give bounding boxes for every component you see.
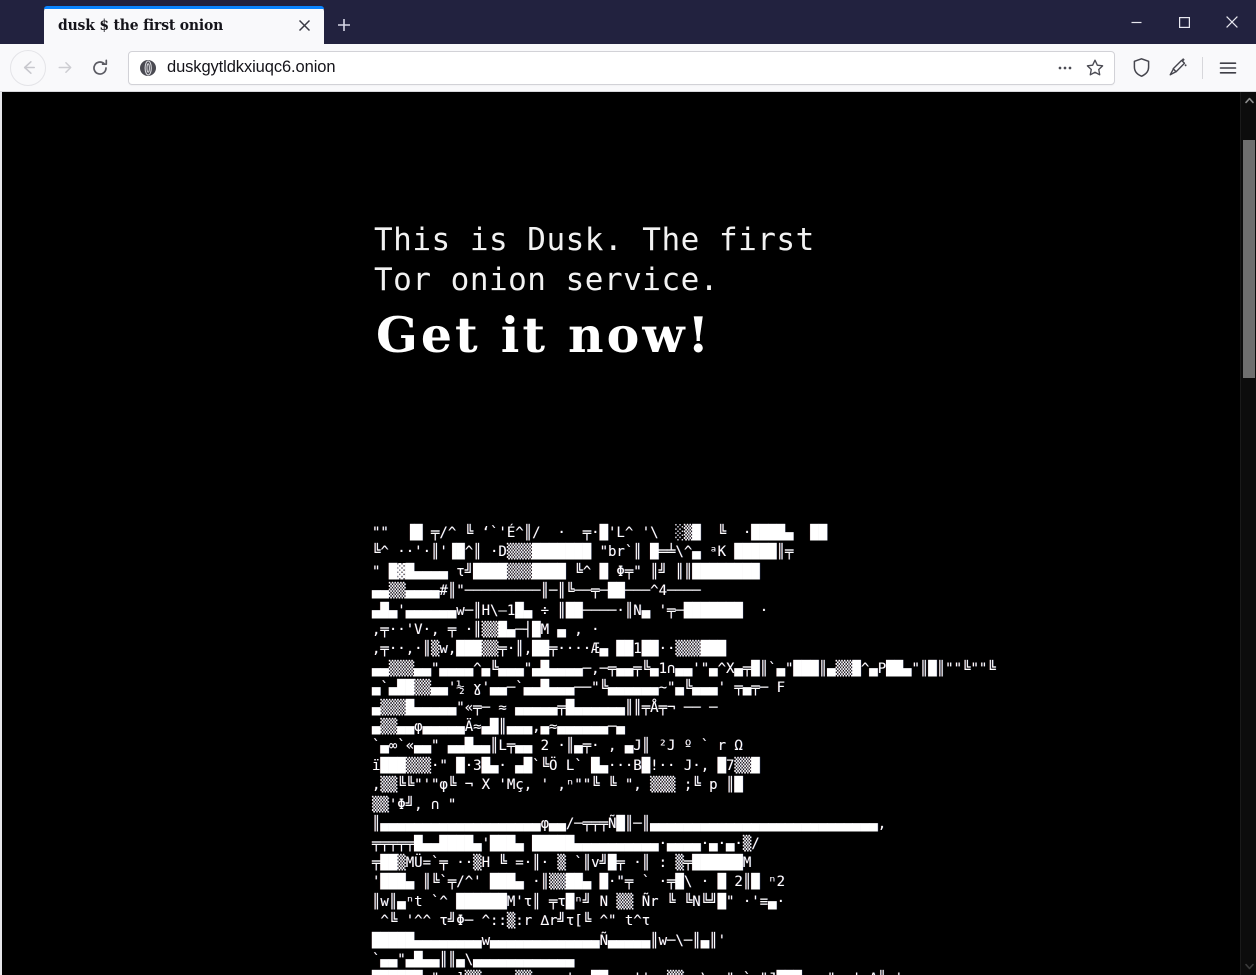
address-bar[interactable]: duskgytldkxiuqc6.onion bbox=[128, 50, 1115, 85]
toolbar-separator bbox=[1202, 56, 1203, 79]
forget-broom-icon[interactable] bbox=[1159, 50, 1195, 86]
page-headline: This is Dusk. The first Tor onion servic… bbox=[374, 222, 815, 298]
scroll-thumb[interactable] bbox=[1243, 140, 1255, 378]
onion-page: This is Dusk. The first Tor onion servic… bbox=[2, 92, 1240, 975]
shield-icon[interactable] bbox=[1123, 50, 1159, 86]
minimize-button[interactable] bbox=[1112, 0, 1160, 44]
page-viewport: This is Dusk. The first Tor onion servic… bbox=[0, 92, 1256, 975]
hamburger-menu-icon[interactable] bbox=[1210, 50, 1246, 86]
window-controls bbox=[1112, 0, 1256, 44]
title-bar: dusk $ the first onion bbox=[0, 0, 1256, 44]
scroll-down-arrow-icon[interactable] bbox=[1241, 958, 1256, 975]
close-window-button[interactable] bbox=[1208, 0, 1256, 44]
maximize-button[interactable] bbox=[1160, 0, 1208, 44]
back-button[interactable] bbox=[10, 49, 46, 86]
ascii-art-block: "" ▐█ ╤/^ ╚ ‘`'É^║/ · ╤·█'L^ '\ ░▒█ ╚ ·█… bbox=[372, 525, 996, 975]
url-text[interactable]: duskgytldkxiuqc6.onion bbox=[167, 58, 1050, 77]
reload-button[interactable] bbox=[82, 50, 118, 86]
get-it-now-heading: Get it now! bbox=[376, 306, 713, 364]
bookmark-star-icon[interactable] bbox=[1080, 53, 1110, 83]
new-tab-button[interactable] bbox=[324, 6, 364, 44]
tab-strip: dusk $ the first onion bbox=[0, 0, 364, 44]
browser-window: dusk $ the first onion duskgytldkxiuqc6.… bbox=[0, 0, 1256, 975]
vertical-scrollbar[interactable] bbox=[1240, 92, 1256, 975]
navigation-toolbar: duskgytldkxiuqc6.onion bbox=[0, 44, 1256, 92]
browser-tab[interactable]: dusk $ the first onion bbox=[44, 6, 324, 44]
close-icon[interactable] bbox=[290, 11, 318, 39]
page-actions-icon[interactable] bbox=[1050, 53, 1080, 83]
onion-site-icon bbox=[139, 59, 157, 77]
forward-button[interactable] bbox=[46, 50, 82, 86]
scroll-up-arrow-icon[interactable] bbox=[1241, 92, 1256, 109]
tab-title: dusk $ the first onion bbox=[58, 16, 224, 34]
